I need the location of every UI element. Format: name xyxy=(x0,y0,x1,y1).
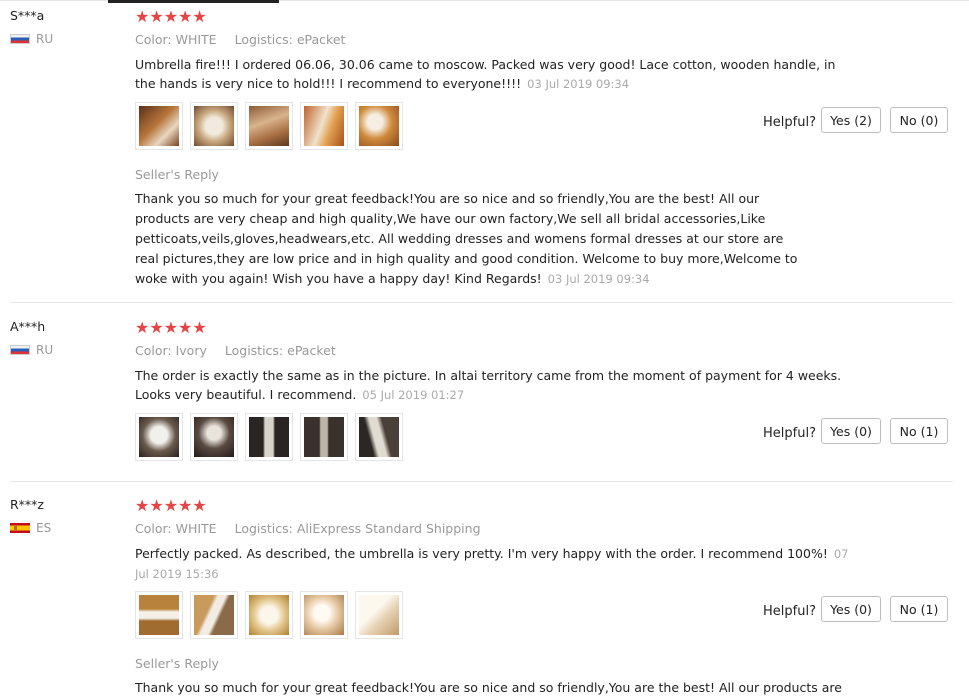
active-tab-indicator xyxy=(108,0,279,3)
review-date: 05 Jul 2019 01:27 xyxy=(362,388,465,402)
review-photos xyxy=(135,102,410,150)
reviewer-country: ES xyxy=(10,521,51,535)
review-body: Perfectly packed. As described, the umbr… xyxy=(135,546,828,561)
review-text: Perfectly packed. As described, the umbr… xyxy=(135,544,855,584)
review-photos xyxy=(135,413,410,461)
review-body: Umbrella fire!!! I ordered 06.06, 30.06 … xyxy=(135,57,836,91)
seller-reply-text: Thank you so much for your great feedbac… xyxy=(135,189,805,289)
logistics-info: Logistics: ePacket xyxy=(224,343,336,358)
order-info: Color: WHITE Logistics: AliExpress Standa… xyxy=(135,521,481,536)
review-photo-thumbnail[interactable] xyxy=(135,591,183,639)
seller-reply-body: Thank you so much for your great feedbac… xyxy=(135,191,798,286)
review-photo-thumbnail[interactable] xyxy=(190,413,238,461)
logistics-info: Logistics: ePacket xyxy=(234,32,346,47)
reviewer-country: RU xyxy=(10,343,53,357)
helpful-yes-button[interactable]: Yes (2) xyxy=(821,107,881,133)
review-divider xyxy=(10,481,953,482)
helpful-yes-button[interactable]: Yes (0) xyxy=(821,418,881,444)
seller-reply-title: Seller's Reply xyxy=(135,656,219,671)
reviewer-name: R***z xyxy=(10,497,44,512)
star-rating: ★★★★★ xyxy=(135,496,207,515)
review-photo-thumbnail[interactable] xyxy=(300,591,348,639)
reviewer-country: RU xyxy=(10,32,53,46)
star-rating: ★★★★★ xyxy=(135,7,207,26)
reviewer-name: A***h xyxy=(10,319,46,334)
helpful-no-button[interactable]: No (0) xyxy=(890,107,948,133)
color-info: Color: Ivory xyxy=(135,343,207,358)
review-text: The order is exactly the same as in the … xyxy=(135,366,855,405)
helpful-label: Helpful? xyxy=(763,115,816,130)
review-photo-thumbnail[interactable] xyxy=(245,102,293,150)
country-code: ES xyxy=(36,521,52,535)
review-photo-thumbnail[interactable] xyxy=(135,413,183,461)
review-photo-thumbnail[interactable] xyxy=(355,591,403,639)
review-body: The order is exactly the same as in the … xyxy=(135,368,842,402)
review-text: Umbrella fire!!! I ordered 06.06, 30.06 … xyxy=(135,55,855,94)
color-info: Color: WHITE xyxy=(135,32,217,47)
flag-es-icon xyxy=(10,523,30,533)
order-info: Color: WHITE Logistics: ePacket xyxy=(135,32,345,47)
helpful-yes-button[interactable]: Yes (0) xyxy=(821,596,881,622)
country-code: RU xyxy=(36,343,54,357)
flag-ru-icon xyxy=(10,345,30,355)
review-photo-thumbnail[interactable] xyxy=(355,413,403,461)
review-photo-thumbnail[interactable] xyxy=(190,102,238,150)
logistics-info: Logistics: AliExpress Standard Shipping xyxy=(234,521,481,536)
review-divider xyxy=(10,302,953,303)
helpful-no-button[interactable]: No (1) xyxy=(890,596,948,622)
reviewer-name: S***a xyxy=(10,8,45,23)
review-photo-thumbnail[interactable] xyxy=(300,413,348,461)
review-photo-thumbnail[interactable] xyxy=(300,102,348,150)
star-rating: ★★★★★ xyxy=(135,318,207,337)
order-info: Color: Ivory Logistics: ePacket xyxy=(135,343,336,358)
flag-ru-icon xyxy=(10,34,30,44)
review-photo-thumbnail[interactable] xyxy=(245,591,293,639)
review-photo-thumbnail[interactable] xyxy=(135,102,183,150)
review-photo-thumbnail[interactable] xyxy=(355,102,403,150)
helpful-label: Helpful? xyxy=(763,604,816,619)
review-photos xyxy=(135,591,410,639)
review-photo-thumbnail[interactable] xyxy=(245,413,293,461)
country-code: RU xyxy=(36,32,54,46)
color-info: Color: WHITE xyxy=(135,521,217,536)
seller-reply-text: Thank you so much for your great feedbac… xyxy=(135,678,842,698)
review-photo-thumbnail[interactable] xyxy=(190,591,238,639)
tab-underline xyxy=(0,0,969,4)
seller-reply-title: Seller's Reply xyxy=(135,167,219,182)
helpful-no-button[interactable]: No (1) xyxy=(890,418,948,444)
review-date: 03 Jul 2019 09:34 xyxy=(527,77,630,91)
seller-reply-date: 03 Jul 2019 09:34 xyxy=(547,272,650,286)
seller-reply-body: Thank you so much for your great feedbac… xyxy=(135,680,842,695)
helpful-label: Helpful? xyxy=(763,426,816,441)
